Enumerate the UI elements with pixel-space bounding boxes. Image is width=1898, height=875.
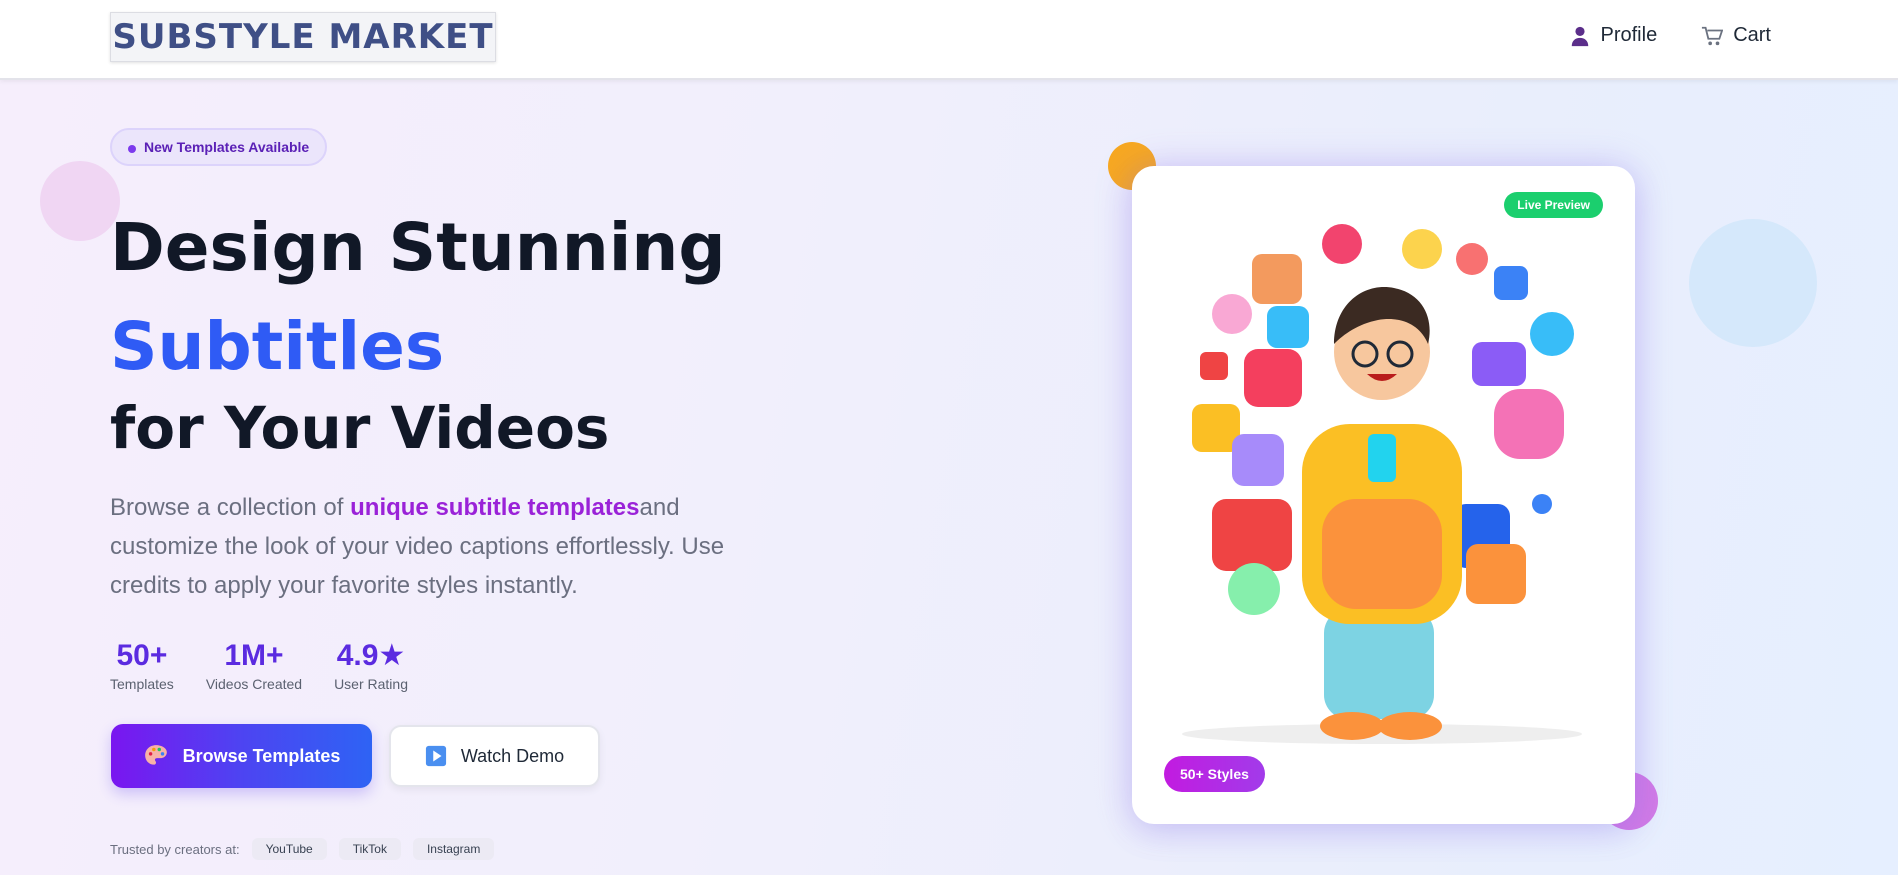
emoji-face-icon bbox=[1456, 243, 1488, 275]
stat-label: Videos Created bbox=[205, 676, 303, 692]
trusted-by-row: Trusted by creators at: YouTube TikTok I… bbox=[110, 838, 495, 860]
left-shoe bbox=[1320, 712, 1384, 740]
stat-templates: 50+ Templates bbox=[110, 638, 174, 692]
wifi-icon bbox=[1530, 312, 1574, 356]
nav-profile[interactable]: Profile bbox=[1569, 24, 1658, 47]
stat-label: Templates bbox=[110, 676, 174, 692]
styles-count-badge: 50+ Styles bbox=[1164, 756, 1265, 792]
description-highlight: unique subtitle templates bbox=[350, 494, 640, 521]
watch-demo-button[interactable]: Watch Demo bbox=[389, 725, 600, 787]
rewind-icon bbox=[1494, 389, 1564, 459]
headline-line-2: Subtitles bbox=[110, 308, 445, 385]
phone bbox=[1368, 434, 1396, 482]
platform-chip-tiktok: TikTok bbox=[338, 838, 401, 860]
headline-line-3: for Your Videos bbox=[110, 394, 610, 462]
character-illustration bbox=[1182, 224, 1582, 744]
video-play-icon bbox=[1466, 544, 1526, 604]
emoji-bubble-icon bbox=[1322, 224, 1362, 264]
character-pants bbox=[1324, 609, 1434, 719]
stats-row: 50+ Templates 1M+ Videos Created 4.9★ Us… bbox=[110, 638, 408, 692]
social-bubble-icon bbox=[1252, 254, 1302, 304]
music-icon bbox=[1228, 563, 1280, 615]
site-header: SUBSTYLE MARKET Profile Cart bbox=[0, 0, 1898, 80]
nav-profile-label: Profile bbox=[1600, 24, 1658, 46]
preview-card: Live Preview 50+ Styles bbox=[1132, 166, 1635, 824]
browse-templates-button[interactable]: Browse Templates bbox=[111, 724, 372, 788]
stat-label: User Rating bbox=[334, 676, 408, 692]
top-nav: Profile Cart bbox=[1569, 24, 1771, 47]
headline-line-1: Design Stunning bbox=[110, 209, 726, 286]
email-icon bbox=[1472, 342, 1526, 386]
new-templates-badge: New Templates Available bbox=[110, 128, 328, 166]
heart-badge-icon bbox=[1200, 352, 1228, 380]
watch-demo-label: Watch Demo bbox=[460, 745, 565, 766]
hero-description: Browse a collection of unique subtitle t… bbox=[110, 488, 770, 605]
cart-icon bbox=[1702, 26, 1724, 45]
palette-icon bbox=[144, 745, 167, 765]
user-icon bbox=[1571, 26, 1588, 46]
description-text-start: Browse a collection of bbox=[110, 494, 351, 521]
pig-emoji-icon bbox=[1212, 294, 1252, 334]
logo-text: SUBSTYLE MARKET bbox=[112, 17, 494, 57]
badge-label: New Templates Available bbox=[144, 139, 310, 155]
decorative-circle-pink bbox=[40, 161, 120, 241]
chat-icon bbox=[1494, 266, 1528, 300]
nav-cart-label: Cart bbox=[1733, 24, 1771, 46]
twitter-icon bbox=[1267, 306, 1309, 348]
platform-chip-youtube: YouTube bbox=[251, 838, 327, 860]
stat-value: 4.9★ bbox=[336, 639, 406, 672]
stat-videos: 1M+ Videos Created bbox=[206, 638, 302, 692]
stat-value: 50+ bbox=[116, 639, 168, 672]
right-shoe bbox=[1378, 712, 1442, 740]
discord-icon bbox=[1232, 434, 1284, 486]
site-logo[interactable]: SUBSTYLE MARKET bbox=[110, 12, 496, 62]
small-badge-icon bbox=[1532, 494, 1552, 514]
character-vest bbox=[1322, 499, 1442, 609]
browse-templates-label: Browse Templates bbox=[182, 745, 341, 766]
stat-value: 1M+ bbox=[224, 639, 284, 672]
stat-rating: 4.9★ User Rating bbox=[334, 638, 408, 692]
play-icon bbox=[425, 745, 446, 767]
heart-icon bbox=[1212, 499, 1292, 571]
instagram-icon bbox=[1244, 349, 1302, 407]
trusted-label: Trusted by creators at: bbox=[110, 841, 240, 857]
nav-cart[interactable]: Cart bbox=[1701, 24, 1771, 47]
smiley-icon bbox=[1402, 229, 1442, 269]
platform-chip-instagram: Instagram bbox=[412, 838, 495, 860]
decorative-circle-blue bbox=[1689, 219, 1817, 347]
badge-dot-icon bbox=[128, 145, 136, 153]
